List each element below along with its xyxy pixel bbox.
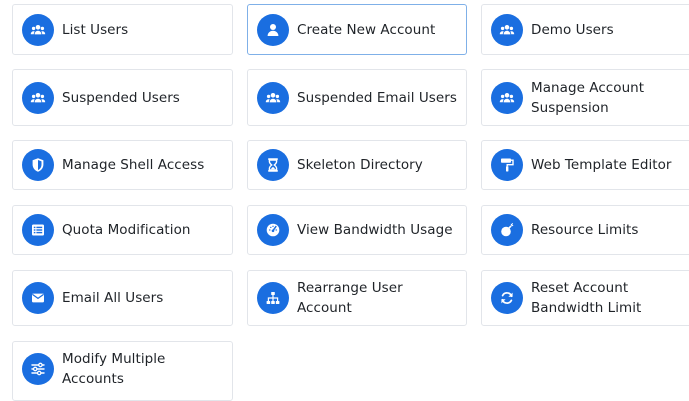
tile-view-bandwidth-usage[interactable]: View Bandwidth Usage xyxy=(247,205,467,255)
users-icon xyxy=(22,13,54,46)
sitemap-icon xyxy=(257,282,289,314)
tile-label: Reset Account Bandwidth Limit xyxy=(531,280,642,316)
tile-label: Manage Shell Access xyxy=(62,157,205,173)
tile-list-users[interactable]: List Users xyxy=(12,4,233,55)
tile-email-all-users[interactable]: Email All Users xyxy=(12,270,233,326)
tile-rearrange-user-account[interactable]: Rearrange User Account xyxy=(247,270,467,326)
tile-label: Suspended Email Users xyxy=(297,89,457,106)
users-icon xyxy=(491,81,523,114)
refresh-icon xyxy=(491,282,523,314)
tile-label: View Bandwidth Usage xyxy=(297,222,453,238)
tile-reset-account-bandwidth-limit[interactable]: Reset Account Bandwidth Limit xyxy=(481,270,689,326)
tile-label: Quota Modification xyxy=(62,222,191,238)
tile-create-new-account[interactable]: Create New Account xyxy=(247,4,467,55)
tile-manage-shell-access[interactable]: Manage Shell Access xyxy=(12,140,233,190)
bomb-icon xyxy=(491,214,523,246)
tile-label: Web Template Editor xyxy=(531,157,672,173)
gauge-icon xyxy=(257,214,289,246)
tile-web-template-editor[interactable]: Web Template Editor xyxy=(481,140,689,190)
users-icon xyxy=(257,81,289,114)
list-icon xyxy=(22,214,54,246)
tile-label: Demo Users xyxy=(531,21,614,38)
tile-label: Skeleton Directory xyxy=(297,157,423,173)
tile-resource-limits[interactable]: Resource Limits xyxy=(481,205,689,255)
tile-suspended-email-users[interactable]: Suspended Email Users xyxy=(247,69,467,126)
user-icon xyxy=(257,13,289,46)
tile-label: Email All Users xyxy=(62,290,164,306)
tile-label: Suspended Users xyxy=(62,89,180,106)
tile-label: List Users xyxy=(62,21,129,38)
sliders-icon xyxy=(22,353,54,385)
tile-suspended-users[interactable]: Suspended Users xyxy=(12,69,233,126)
tile-demo-users[interactable]: Demo Users xyxy=(481,4,689,55)
tile-label: Create New Account xyxy=(297,21,436,38)
users-icon xyxy=(491,13,523,46)
tile-label: Modify Multiple Accounts xyxy=(62,351,166,387)
tile-label: Manage Account Suspension xyxy=(531,79,645,116)
tile-quota-modification[interactable]: Quota Modification xyxy=(12,205,233,255)
users-icon xyxy=(22,81,54,114)
tile-modify-multiple-accounts[interactable]: Modify Multiple Accounts xyxy=(12,341,233,401)
hourglass-icon xyxy=(257,149,289,181)
tile-label: Rearrange User Account xyxy=(297,280,403,316)
shield-icon xyxy=(22,149,54,181)
tile-skeleton-directory[interactable]: Skeleton Directory xyxy=(247,140,467,190)
tile-label: Resource Limits xyxy=(531,222,639,238)
envelope-icon xyxy=(22,282,54,314)
paint-roller-icon xyxy=(491,149,523,181)
tile-manage-account-suspension[interactable]: Manage Account Suspension xyxy=(481,69,689,126)
